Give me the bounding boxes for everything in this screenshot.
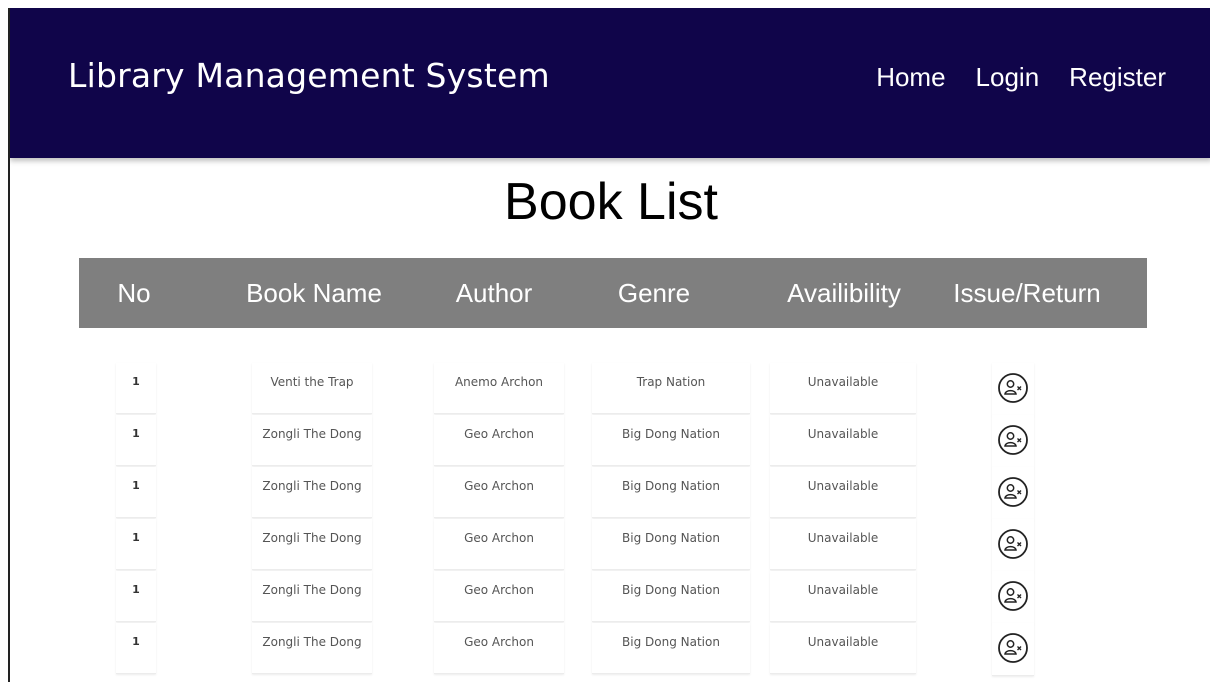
nav-link-register[interactable]: Register xyxy=(1069,62,1166,93)
table-row: 1 Venti the Trap Anemo Archon Trap Nation Un… xyxy=(10,363,1210,416)
cell-issue-return xyxy=(992,467,1034,520)
navbar: Library Management System Home Login Reg… xyxy=(10,8,1210,158)
user-remove-icon[interactable] xyxy=(996,475,1030,509)
user-remove-icon[interactable] xyxy=(996,527,1030,561)
cell-availability: Unavailable xyxy=(770,571,916,622)
column-header-genre: Genre xyxy=(617,278,691,308)
cell-availability: Unavailable xyxy=(770,623,916,674)
cell-book-name: Zongli The Dong xyxy=(252,519,372,570)
cell-availability: Unavailable xyxy=(770,519,916,570)
table-row: 1 Zongli The Dong Geo Archon Big Dong Natio… xyxy=(10,623,1210,676)
column-header-book-name: Book Name xyxy=(246,278,382,308)
cell-book-name: Zongli The Dong xyxy=(252,467,372,518)
cell-genre: Big Dong Nation xyxy=(592,415,750,466)
column-header-availability: Availibility xyxy=(787,278,901,308)
nav-link-home[interactable]: Home xyxy=(876,62,945,93)
user-remove-icon[interactable] xyxy=(996,631,1030,665)
user-remove-icon[interactable] xyxy=(996,579,1030,613)
cell-book-name: Zongli The Dong xyxy=(252,623,372,674)
cell-author: Geo Archon xyxy=(434,415,564,466)
cell-availability: Unavailable xyxy=(770,415,916,466)
nav-links: Home Login Register xyxy=(876,62,1166,93)
cell-no: 1 xyxy=(116,519,156,570)
cell-issue-return xyxy=(992,415,1034,468)
cell-author: Geo Archon xyxy=(434,571,564,622)
app-window: Library Management System Home Login Reg… xyxy=(8,8,1210,682)
page-title: Book List xyxy=(504,173,718,231)
cell-author: Geo Archon xyxy=(434,623,564,674)
cell-author: Geo Archon xyxy=(434,467,564,518)
user-remove-icon[interactable] xyxy=(996,371,1030,405)
column-header-issue-return: Issue/Return xyxy=(953,278,1101,308)
cell-book-name: Zongli The Dong xyxy=(252,415,372,466)
column-header-author: Author xyxy=(455,278,533,308)
cell-genre: Trap Nation xyxy=(592,363,750,414)
table-row: 1 Zongli The Dong Geo Archon Big Dong Natio… xyxy=(10,415,1210,468)
cell-genre: Big Dong Nation xyxy=(592,467,750,518)
cell-issue-return xyxy=(992,623,1034,676)
brand-title[interactable]: Library Management System xyxy=(68,56,550,95)
cell-issue-return xyxy=(992,363,1034,416)
table-row: 1 Zongli The Dong Geo Archon Big Dong Natio… xyxy=(10,467,1210,520)
table-header: No Book Name Author Genre Availibility I… xyxy=(79,258,1147,328)
cell-no: 1 xyxy=(116,415,156,466)
table-row: 1 Zongli The Dong Geo Archon Big Dong Natio… xyxy=(10,519,1210,572)
cell-genre: Big Dong Nation xyxy=(592,571,750,622)
user-remove-icon[interactable] xyxy=(996,423,1030,457)
nav-link-login[interactable]: Login xyxy=(976,62,1040,93)
cell-issue-return xyxy=(992,571,1034,624)
cell-availability: Unavailable xyxy=(770,363,916,414)
cell-genre: Big Dong Nation xyxy=(592,519,750,570)
cell-no: 1 xyxy=(116,571,156,622)
cell-author: Anemo Archon xyxy=(434,363,564,414)
cell-book-name: Venti the Trap xyxy=(252,363,372,414)
cell-availability: Unavailable xyxy=(770,467,916,518)
cell-issue-return xyxy=(992,519,1034,572)
table-row: 1 Zongli The Dong Geo Archon Big Dong Natio… xyxy=(10,571,1210,624)
cell-genre: Big Dong Nation xyxy=(592,623,750,674)
column-header-no: No xyxy=(117,278,151,308)
cell-no: 1 xyxy=(116,623,156,674)
cell-book-name: Zongli The Dong xyxy=(252,571,372,622)
cell-author: Geo Archon xyxy=(434,519,564,570)
cell-no: 1 xyxy=(116,363,156,414)
cell-no: 1 xyxy=(116,467,156,518)
